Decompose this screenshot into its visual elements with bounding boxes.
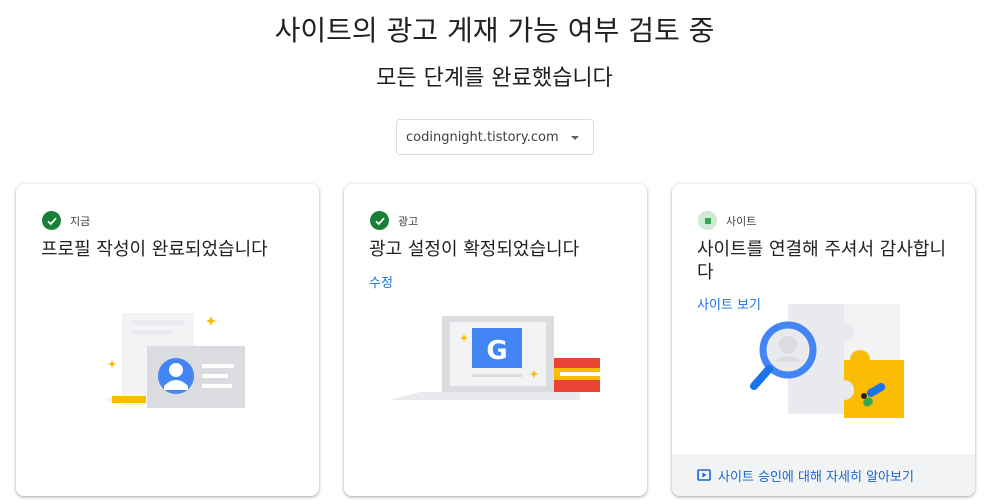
- step-label: 지금: [70, 214, 91, 228]
- page-title: 사이트의 광고 게재 가능 여부 검토 중: [274, 14, 715, 47]
- card-title: 사이트를 연결해 주셔서 감사합니다: [697, 239, 947, 283]
- step-label: 사이트: [726, 214, 757, 228]
- puzzle-magnifier-illustration: [750, 304, 904, 418]
- learn-more-link: 사이트 승인에 대해 자세히 알아보기: [718, 469, 914, 485]
- step-indicator: 사이트: [698, 211, 756, 230]
- video-play-icon: [697, 468, 711, 482]
- step-indicator: 지금: [42, 211, 90, 230]
- step-label: 광고: [398, 214, 419, 228]
- page-subtitle: 모든 단계를 완료했습니다: [376, 66, 613, 91]
- profile-card-illustration: [104, 313, 245, 408]
- edit-link[interactable]: 수정: [369, 272, 393, 291]
- laptop-google-illustration: G: [390, 316, 600, 400]
- pending-step-icon: [698, 211, 717, 230]
- dropdown-arrow-icon: [571, 136, 579, 140]
- site-step-card: 사이트 사이트를 연결해 주셔서 감사합니다 사이트 보기 사이트 승인에 대해…: [672, 184, 975, 496]
- learn-more-footer[interactable]: 사이트 승인에 대해 자세히 알아보기: [672, 454, 975, 496]
- step-indicator: 광고: [370, 211, 418, 230]
- check-circle-icon: [42, 211, 61, 230]
- ads-step-card: 광고 광고 설정이 확정되었습니다 수정 G: [344, 184, 647, 496]
- card-title: 프로필 작성이 완료되었습니다: [41, 239, 268, 260]
- check-circle-icon: [370, 211, 389, 230]
- site-select[interactable]: codingnight.tistory.com: [396, 119, 594, 155]
- svg-text:G: G: [486, 336, 507, 366]
- card-title: 광고 설정이 확정되었습니다: [369, 239, 580, 260]
- site-select-value: codingnight.tistory.com: [406, 129, 559, 145]
- profile-step-card: 지금 프로필 작성이 완료되었습니다: [16, 184, 319, 496]
